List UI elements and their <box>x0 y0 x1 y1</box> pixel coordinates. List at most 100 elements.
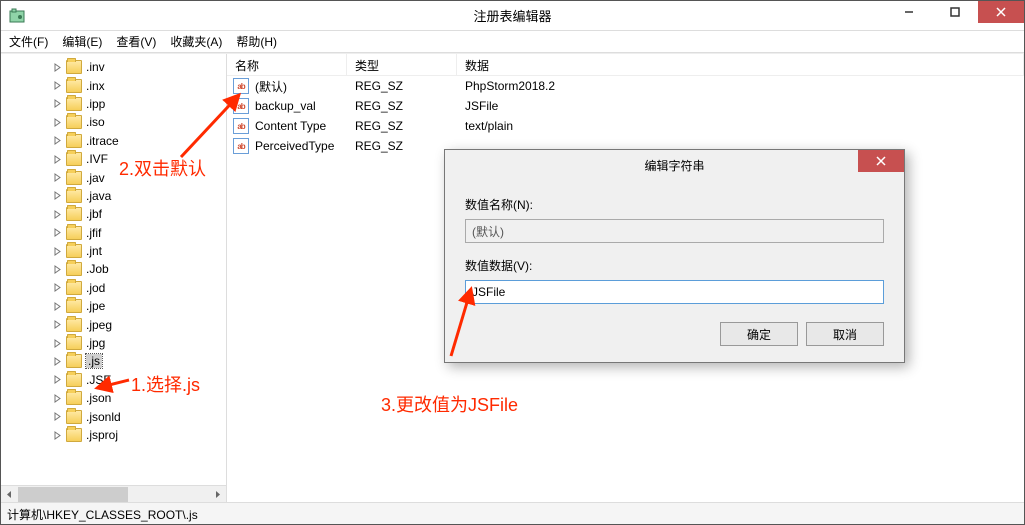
expand-icon[interactable] <box>53 265 62 274</box>
tree-item[interactable]: .jpe <box>1 297 226 315</box>
expand-icon[interactable] <box>53 339 62 348</box>
string-value-icon: ab <box>233 118 249 134</box>
dialog-titlebar: 编辑字符串 <box>445 150 904 180</box>
tree-item-label: .itrace <box>86 134 119 148</box>
dialog-close-button[interactable] <box>858 150 904 172</box>
menu-edit[interactable]: 编辑(E) <box>62 33 102 50</box>
tree-item[interactable]: .jnt <box>1 242 226 260</box>
tree-item[interactable]: .itrace <box>1 132 226 150</box>
list-row[interactable]: ab Content Type REG_SZtext/plain <box>227 116 1024 136</box>
string-value-icon: ab <box>233 138 249 154</box>
tree-item-label: .inv <box>86 60 105 74</box>
tree-item[interactable]: .js <box>1 352 226 370</box>
tree-item-label: .jbf <box>86 207 102 221</box>
value-name-input <box>465 219 884 243</box>
tree-item-label: .js <box>86 354 102 368</box>
menu-favorites[interactable]: 收藏夹(A) <box>170 33 222 50</box>
string-value-icon: ab <box>233 78 249 94</box>
scroll-right-button[interactable] <box>209 486 226 503</box>
folder-icon <box>66 336 82 350</box>
expand-icon[interactable] <box>53 412 62 421</box>
tree-item[interactable]: .jbf <box>1 205 226 223</box>
expand-icon[interactable] <box>53 228 62 237</box>
row-data: text/plain <box>457 119 1024 133</box>
value-data-label: 数值数据(V): <box>465 257 884 274</box>
tree-item-label: .iso <box>86 115 105 129</box>
maximize-button[interactable] <box>932 1 978 23</box>
expand-icon[interactable] <box>53 320 62 329</box>
menu-file[interactable]: 文件(F) <box>9 33 48 50</box>
expand-icon[interactable] <box>53 81 62 90</box>
status-bar: 计算机\HKEY_CLASSES_ROOT\.js <box>1 502 1024 524</box>
dialog-title-text: 编辑字符串 <box>644 157 704 174</box>
expand-icon[interactable] <box>53 99 62 108</box>
tree-item[interactable]: .ipp <box>1 95 226 113</box>
tree-item[interactable]: .json <box>1 389 226 407</box>
expand-icon[interactable] <box>53 136 62 145</box>
tree-item-label: .jpg <box>86 336 105 350</box>
folder-icon <box>66 115 82 129</box>
list-row[interactable]: ab(默认)REG_SZPhpStorm2018.2 <box>227 76 1024 96</box>
expand-icon[interactable] <box>53 375 62 384</box>
tree-item[interactable]: .jsonld <box>1 407 226 425</box>
app-icon <box>9 8 25 24</box>
menu-help[interactable]: 帮助(H) <box>236 33 277 50</box>
tree-item[interactable]: .JSE <box>1 371 226 389</box>
folder-icon <box>66 318 82 332</box>
tree-item[interactable]: .jpg <box>1 334 226 352</box>
expand-icon[interactable] <box>53 155 62 164</box>
col-header-name[interactable]: 名称 <box>227 54 347 75</box>
folder-icon <box>66 226 82 240</box>
row-type: REG_SZ <box>347 119 457 133</box>
edit-string-dialog: 编辑字符串 数值名称(N): 数值数据(V): 确定 取消 <box>444 149 905 363</box>
tree-item[interactable]: .inx <box>1 76 226 94</box>
tree-item[interactable]: .jfif <box>1 224 226 242</box>
ok-button[interactable]: 确定 <box>720 322 798 346</box>
close-button[interactable] <box>978 1 1024 23</box>
folder-icon <box>66 244 82 258</box>
tree-item[interactable]: .jod <box>1 279 226 297</box>
minimize-button[interactable] <box>886 1 932 23</box>
expand-icon[interactable] <box>53 173 62 182</box>
tree-item-label: .jpe <box>86 299 105 313</box>
expand-icon[interactable] <box>53 431 62 440</box>
tree-item-label: .ipp <box>86 97 105 111</box>
list-row[interactable]: abbackup_valREG_SZJSFile <box>227 96 1024 116</box>
expand-icon[interactable] <box>53 210 62 219</box>
tree-item[interactable]: .jav <box>1 168 226 186</box>
expand-icon[interactable] <box>53 63 62 72</box>
tree-item[interactable]: .jpeg <box>1 315 226 333</box>
tree-item[interactable]: .jsproj <box>1 426 226 444</box>
menu-view[interactable]: 查看(V) <box>116 33 156 50</box>
scrollbar-thumb[interactable] <box>18 487 128 502</box>
expand-icon[interactable] <box>53 118 62 127</box>
folder-icon <box>66 354 82 368</box>
expand-icon[interactable] <box>53 283 62 292</box>
horizontal-scrollbar[interactable] <box>1 485 226 502</box>
col-header-type[interactable]: 类型 <box>347 54 457 75</box>
scroll-left-button[interactable] <box>1 486 18 503</box>
expand-icon[interactable] <box>53 191 62 200</box>
expand-icon[interactable] <box>53 302 62 311</box>
tree-item[interactable]: .inv <box>1 58 226 76</box>
tree-item[interactable]: .iso <box>1 113 226 131</box>
row-name: PerceivedType <box>255 139 334 153</box>
row-name: Content Type <box>255 119 326 133</box>
row-name: backup_val <box>255 99 316 113</box>
tree-item[interactable]: .java <box>1 187 226 205</box>
value-data-input[interactable] <box>465 280 884 304</box>
row-type: REG_SZ <box>347 79 457 93</box>
expand-icon[interactable] <box>53 394 62 403</box>
tree-item-label: .jsproj <box>86 428 118 442</box>
string-value-icon: ab <box>233 98 249 114</box>
tree-item-label: .jfif <box>86 226 101 240</box>
tree-item[interactable]: .Job <box>1 260 226 278</box>
cancel-button[interactable]: 取消 <box>806 322 884 346</box>
expand-icon[interactable] <box>53 357 62 366</box>
folder-icon <box>66 391 82 405</box>
list-header: 名称 类型 数据 <box>227 54 1024 76</box>
tree-item-label: .jod <box>86 281 105 295</box>
tree-item[interactable]: .IVF <box>1 150 226 168</box>
col-header-data[interactable]: 数据 <box>457 54 1024 75</box>
expand-icon[interactable] <box>53 247 62 256</box>
